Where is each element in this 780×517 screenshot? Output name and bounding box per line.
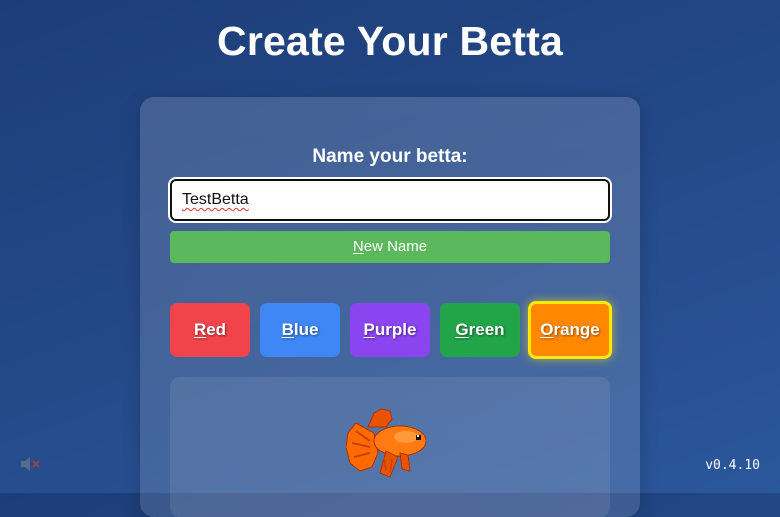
color-button-red[interactable]: Red (170, 303, 250, 357)
color-button-orange[interactable]: Orange (528, 301, 612, 359)
color-button-blue[interactable]: Blue (260, 303, 340, 357)
color-hotkey: P (363, 320, 375, 339)
color-hotkey: R (193, 320, 207, 339)
page-title: Create Your Betta (217, 18, 563, 64)
new-name-label: ew Name (363, 238, 428, 255)
color-hotkey: G (455, 320, 469, 339)
betta-fish-icon (346, 408, 427, 478)
color-button-green[interactable]: Green (440, 303, 520, 357)
create-betta-card: Name your betta: TestBetta New Name Red … (140, 97, 640, 517)
betta-name-input[interactable]: TestBetta (168, 177, 612, 223)
color-label: reen (468, 320, 505, 339)
color-label: range (553, 320, 600, 339)
color-label: lue (293, 320, 319, 339)
color-hotkey: B (281, 320, 294, 339)
new-name-button[interactable]: New Name (170, 231, 610, 263)
color-label: urple (374, 320, 417, 339)
speaker-muted-icon[interactable] (19, 455, 41, 473)
betta-preview (170, 377, 610, 517)
betta-name-value: TestBetta (182, 191, 249, 208)
color-button-purple[interactable]: Purple (350, 303, 430, 357)
new-name-hotkey: N (352, 238, 364, 255)
color-hotkey: O (540, 320, 554, 339)
version-label: v0.4.10 (705, 458, 760, 473)
color-label: ed (206, 320, 227, 339)
name-label: Name your betta: (312, 146, 468, 167)
color-picker: Red Blue Purple Green Orange (170, 301, 615, 359)
